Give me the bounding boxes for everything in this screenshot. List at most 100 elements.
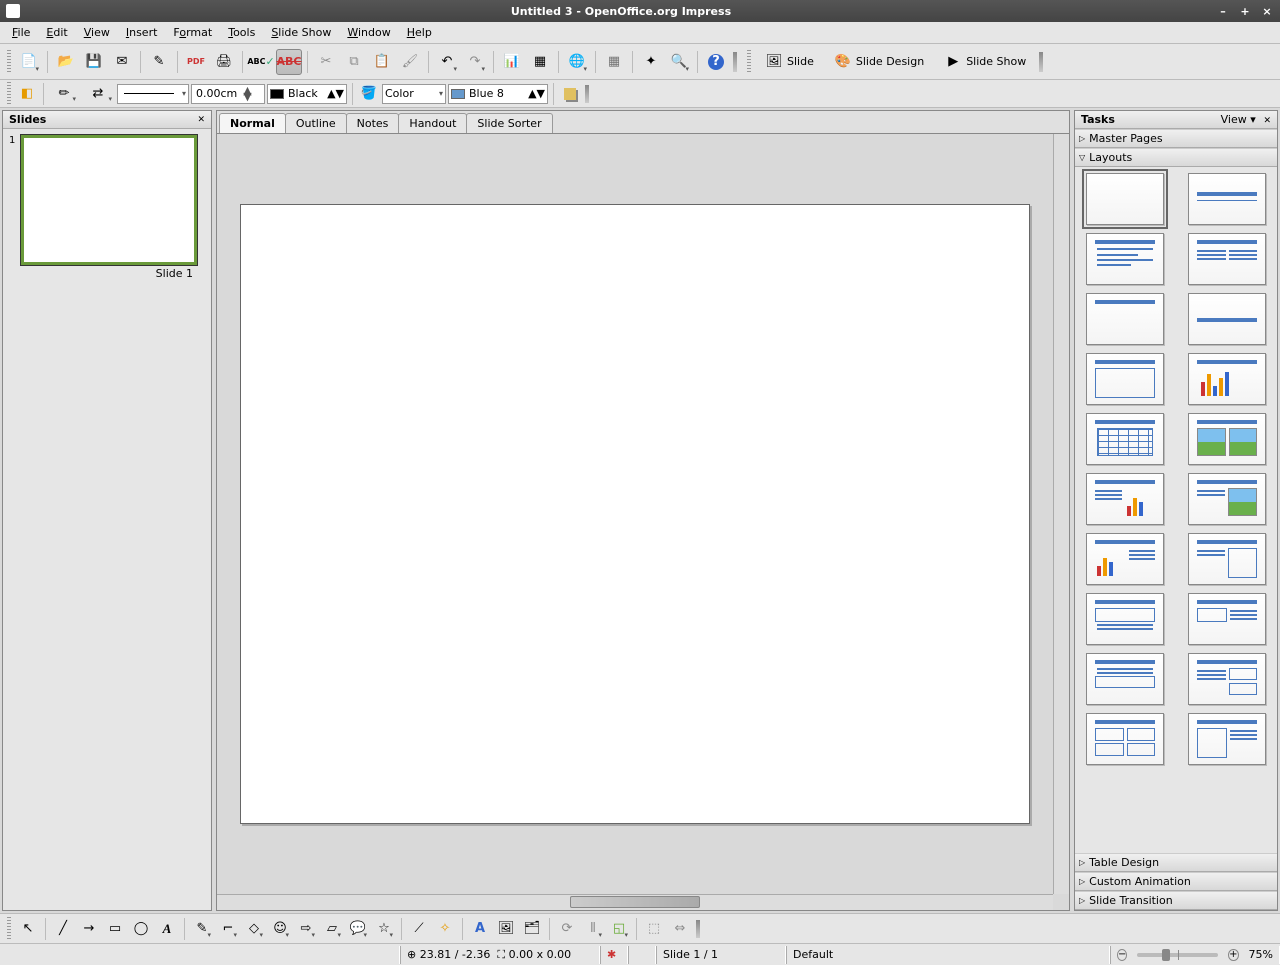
paste-button[interactable]: 📋 <box>369 49 395 75</box>
help-button[interactable]: ? <box>703 49 729 75</box>
rotate-button[interactable]: ⟳ <box>555 917 579 941</box>
zoom-slider[interactable] <box>1137 953 1218 957</box>
area-button[interactable]: 🪣 <box>358 83 380 105</box>
text-tool[interactable]: A <box>155 917 179 941</box>
autospellcheck-button[interactable]: ABC <box>276 49 302 75</box>
slides-panel-close[interactable]: ✕ <box>197 115 205 125</box>
callouts-tool[interactable]: 💬 <box>346 917 370 941</box>
toolbar-handle-3[interactable] <box>7 82 11 106</box>
open-button[interactable]: 📂 <box>53 49 79 75</box>
line-color-combo[interactable]: Black ▲▼ <box>267 84 347 104</box>
curve-tool[interactable]: ✎ <box>190 917 214 941</box>
layout-title-object[interactable] <box>1086 353 1164 405</box>
toolbar-overflow-3[interactable] <box>585 85 589 103</box>
tab-outline[interactable]: Outline <box>285 113 347 133</box>
arrow-tool[interactable]: → <box>77 917 101 941</box>
toolbar-overflow-2[interactable] <box>1039 52 1043 72</box>
gluepoints-tool[interactable]: ✧ <box>433 917 457 941</box>
zoom-in-button[interactable]: + <box>1228 949 1238 961</box>
toolbar-handle-2[interactable] <box>747 50 751 74</box>
tab-handout[interactable]: Handout <box>398 113 467 133</box>
section-table-design[interactable]: ▷Table Design <box>1075 853 1277 872</box>
layout-two-content[interactable] <box>1188 233 1266 285</box>
fill-color-combo[interactable]: Blue 8 ▲▼ <box>448 84 548 104</box>
menu-file[interactable]: File <box>4 23 38 42</box>
zoom-value[interactable]: 75% <box>1249 948 1273 961</box>
symbol-shapes-tool[interactable]: ☺ <box>268 917 292 941</box>
toolbar-handle-bottom[interactable] <box>7 917 11 941</box>
extrusion-button[interactable]: ⬚ <box>642 917 666 941</box>
basic-shapes-tool[interactable]: ◇ <box>242 917 266 941</box>
format-paintbrush-button[interactable]: 🖌 <box>397 49 423 75</box>
maximize-button[interactable]: + <box>1238 5 1252 18</box>
toolbar-handle[interactable] <box>7 50 11 74</box>
minimize-button[interactable]: – <box>1216 5 1230 18</box>
layout-four-objects[interactable] <box>1086 713 1164 765</box>
select-tool[interactable]: ↖ <box>16 917 40 941</box>
menu-tools[interactable]: Tools <box>220 23 263 42</box>
tasks-panel-close[interactable]: ✕ <box>1263 116 1271 126</box>
section-layouts[interactable]: ▽Layouts <box>1075 148 1277 167</box>
tasks-view-menu[interactable]: View ▾ <box>1221 113 1256 126</box>
layout-text-chart[interactable] <box>1086 473 1164 525</box>
navigator-button[interactable]: ✦ <box>638 49 664 75</box>
arrow-style-button[interactable]: ⇄ <box>81 83 115 105</box>
layout-two-objects-text[interactable] <box>1188 593 1266 645</box>
zoom-out-button[interactable]: − <box>1117 949 1127 961</box>
cut-button[interactable]: ✂ <box>313 49 339 75</box>
layout-centered-text[interactable] <box>1188 293 1266 345</box>
layout-title-clipart[interactable] <box>1188 413 1266 465</box>
print-button[interactable]: 🖨 <box>211 49 237 75</box>
copy-button[interactable]: ⧉ <box>341 49 367 75</box>
undo-button[interactable]: ↶ <box>434 49 460 75</box>
save-button[interactable]: 💾 <box>81 49 107 75</box>
stars-tool[interactable]: ☆ <box>372 917 396 941</box>
line-width-spinner[interactable]: 0.00cm ▲▼ <box>191 84 265 104</box>
interaction-button[interactable]: ⇔ <box>668 917 692 941</box>
section-master-pages[interactable]: ▷Master Pages <box>1075 129 1277 148</box>
scroll-thumb[interactable] <box>570 896 700 908</box>
align-button[interactable]: ⫴ <box>581 917 605 941</box>
arrange-button-bottom[interactable]: ◱ <box>607 917 631 941</box>
zoom-button[interactable]: 🔍 <box>666 49 692 75</box>
layout-text-two-objects[interactable] <box>1188 653 1266 705</box>
menu-help[interactable]: Help <box>399 23 440 42</box>
slide-button[interactable]: 🖼Slide <box>756 49 823 75</box>
grid-button[interactable]: ▦ <box>601 49 627 75</box>
layout-blank[interactable] <box>1086 173 1164 225</box>
rectangle-tool[interactable]: ▭ <box>103 917 127 941</box>
hyperlink-button[interactable]: 🌐 <box>564 49 590 75</box>
layout-text-clipart[interactable] <box>1188 473 1266 525</box>
menu-insert[interactable]: Insert <box>118 23 166 42</box>
status-signature[interactable] <box>628 946 656 964</box>
menu-slideshow[interactable]: Slide Show <box>263 23 339 42</box>
tab-slide-sorter[interactable]: Slide Sorter <box>466 113 552 133</box>
layout-title[interactable] <box>1188 173 1266 225</box>
points-tool[interactable]: ⟋ <box>407 917 431 941</box>
section-slide-transition[interactable]: ▷Slide Transition <box>1075 891 1277 910</box>
fill-type-combo[interactable]: Color ▾ <box>382 84 446 104</box>
menu-view[interactable]: View <box>76 23 118 42</box>
slide-show-button[interactable]: ▶Slide Show <box>935 49 1035 75</box>
toolbar-overflow[interactable] <box>733 52 737 72</box>
from-file-button[interactable]: 🖼 <box>494 917 518 941</box>
slide-canvas[interactable] <box>240 204 1030 824</box>
slide-design-button[interactable]: 🎨Slide Design <box>825 49 933 75</box>
status-template[interactable]: Default <box>786 946 1110 964</box>
slide-thumbnail-1[interactable]: 1 <box>9 135 205 265</box>
spin-down-icon[interactable]: ▼ <box>243 94 251 100</box>
chart-button[interactable]: 📊 <box>499 49 525 75</box>
table-button[interactable]: ▦ <box>527 49 553 75</box>
menu-edit[interactable]: Edit <box>38 23 75 42</box>
line-tool[interactable]: ╱ <box>51 917 75 941</box>
horizontal-scrollbar[interactable] <box>217 894 1053 910</box>
ellipse-tool[interactable]: ◯ <box>129 917 153 941</box>
layout-object-over-text[interactable] <box>1086 593 1164 645</box>
layout-object-text[interactable] <box>1188 713 1266 765</box>
menu-format[interactable]: Format <box>165 23 220 42</box>
layout-title-chart[interactable] <box>1188 353 1266 405</box>
shadow-button[interactable] <box>559 83 581 105</box>
new-button[interactable]: 📄 <box>16 49 42 75</box>
flowchart-tool[interactable]: ▱ <box>320 917 344 941</box>
layout-chart-text[interactable] <box>1086 533 1164 585</box>
